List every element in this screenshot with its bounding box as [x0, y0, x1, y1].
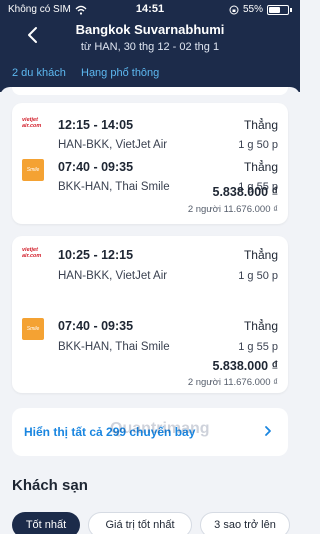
tab-cabin-class[interactable]: Hạng phổ thông	[81, 67, 159, 79]
flight-leg-return: Smile 07:40 - 09:35 BKK-HAN, Thai Smile …	[12, 314, 288, 356]
filter-chip-best[interactable]: Tốt nhất	[12, 512, 80, 534]
watermark: Quantrimang	[110, 420, 210, 437]
chevron-right-icon	[265, 426, 271, 436]
tab-bar: 2 du khách Hạng phổ thông	[0, 60, 300, 90]
vietjet-logo-icon: vietjet air.com	[22, 117, 42, 129]
leg-stops: Thẳng	[243, 319, 278, 333]
leg-time: 07:40 - 09:35	[58, 160, 134, 174]
battery-icon	[267, 4, 289, 15]
page-title: Bangkok Suvarnabhumi	[75, 22, 225, 37]
leg-route: HAN-BKK, VietJet Air	[58, 139, 168, 151]
page-subtitle[interactable]: từ HAN, 30 thg 12 - 02 thg 1	[0, 41, 300, 53]
battery-cap	[290, 7, 292, 12]
header: Không có SIM 14:51 55% Bangkok Suvarnabh…	[0, 0, 300, 92]
price-total: 2 người 11.676.000 ₫	[187, 204, 278, 215]
leg-duration: 1 g 50 p	[238, 139, 278, 151]
leg-route: HAN-BKK, VietJet Air	[58, 270, 168, 282]
hotels-section-title: Khách sạn	[12, 477, 88, 494]
flight-result-card[interactable]: vietjet air.com 10:25 - 12:15 HAN-BKK, Vi…	[12, 236, 288, 393]
filter-chip-best-value[interactable]: Giá trị tốt nhất	[88, 512, 192, 534]
filter-chip-3-stars[interactable]: 3 sao trở lên	[200, 512, 290, 534]
status-right: 55%	[229, 4, 292, 15]
leg-time: 10:25 - 12:15	[58, 248, 134, 262]
vietjet-logo-icon: vietjet air.com	[22, 247, 42, 259]
leg-duration: 1 g 55 p	[238, 341, 278, 353]
status-bar: Không có SIM 14:51 55%	[0, 0, 300, 20]
leg-route: BKK-HAN, Thai Smile	[58, 181, 170, 193]
leg-stops: Thẳng	[243, 160, 278, 174]
leg-time: 12:15 - 14:05	[58, 118, 134, 132]
leg-route: BKK-HAN, Thai Smile	[58, 341, 170, 353]
price-per-person: 5.838.000 ₫	[212, 359, 279, 373]
lock-rotation-icon	[229, 5, 239, 14]
hotel-filter-chips: Tốt nhất Giá trị tốt nhất 3 sao trở lên	[12, 512, 312, 534]
leg-time: 07:40 - 09:35	[58, 319, 134, 333]
tab-travellers[interactable]: 2 du khách	[12, 67, 66, 79]
price-total: 2 người 11.676.000 ₫	[187, 377, 278, 388]
flight-result-card[interactable]: vietjet air.com 12:15 - 14:05 HAN-BKK, Vi…	[12, 103, 288, 224]
leg-stops: Thẳng	[243, 118, 278, 132]
flight-leg-outbound: vietjet air.com 12:15 - 14:05 HAN-BKK, Vi…	[12, 113, 288, 155]
price-per-person: 5.838.000 ₫	[212, 185, 279, 199]
previous-card-edge	[12, 87, 288, 95]
battery-percent: 55%	[242, 4, 263, 15]
leg-stops: Thẳng	[243, 248, 278, 262]
leg-duration: 1 g 50 p	[238, 270, 278, 282]
flight-leg-outbound: vietjet air.com 10:25 - 12:15 HAN-BKK, Vi…	[12, 241, 288, 283]
thai-smile-logo-icon: Smile	[22, 318, 44, 340]
thai-smile-logo-icon: Smile	[22, 159, 44, 181]
